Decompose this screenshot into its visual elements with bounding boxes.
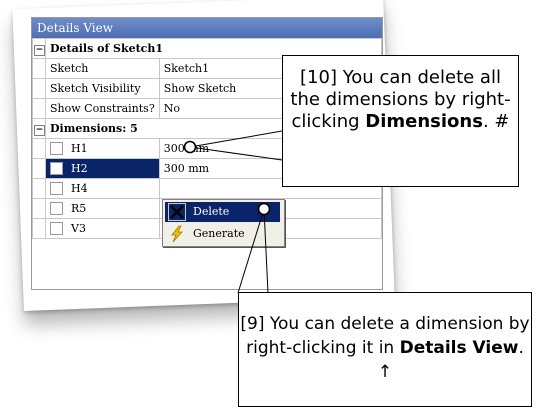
callout-text-end: . # (482, 111, 510, 132)
leader-line-10 (189, 130, 283, 148)
leader-line-9b (263, 208, 269, 294)
leader-line-10b (189, 146, 283, 161)
callout-step-9: [9] You can delete a dimension by right-… (238, 292, 532, 407)
callout-number: [9] (240, 314, 265, 334)
callout-bold-term: Details View (399, 338, 519, 358)
leader-line-9 (237, 208, 265, 294)
callout-number: [10] (300, 67, 337, 88)
callout-step-10: [10] You can delete all the dimensions b… (282, 55, 519, 187)
marker-circle-9 (257, 202, 271, 216)
callout-bold-term: Dimensions (365, 111, 483, 132)
marker-circle-10 (183, 140, 197, 154)
